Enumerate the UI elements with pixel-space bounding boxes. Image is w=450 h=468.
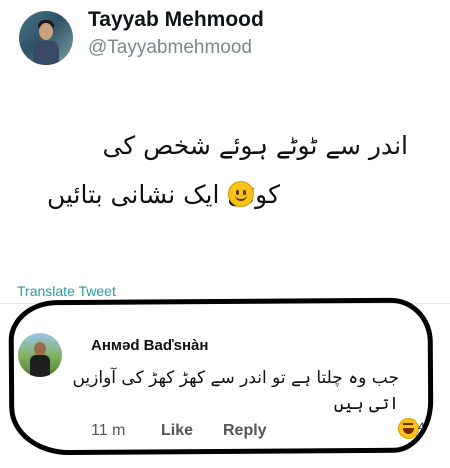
- reaction-count: 4: [418, 420, 425, 434]
- author-handle[interactable]: @Tayyabmehmood: [88, 37, 252, 59]
- commenter-avatar[interactable]: [18, 333, 62, 377]
- author-avatar[interactable]: [19, 11, 73, 65]
- comment-timestamp: 11 m: [91, 422, 126, 439]
- tweet-text-line-1: اندر سے ٹوٹے ہوئے شخص کی: [102, 131, 408, 160]
- author-name[interactable]: Tayyab Mehmood: [88, 8, 264, 32]
- slightly-smiling-face-icon: [228, 181, 254, 207]
- laughing-face-icon[interactable]: [398, 418, 419, 439]
- translate-tweet-link[interactable]: Translate Tweet: [17, 283, 116, 299]
- avatar-body: [30, 355, 50, 377]
- avatar-shirt: [33, 41, 59, 65]
- commenter-name[interactable]: Aнмəd Baďsнàн: [91, 337, 208, 354]
- comment-text-line-1: جب وہ چلتا ہے تو اندر سے کھڑ کھڑ کی آواز…: [72, 368, 399, 388]
- reply-button[interactable]: Reply: [223, 422, 267, 440]
- avatar-head: [34, 342, 46, 356]
- like-button[interactable]: Like: [161, 422, 193, 440]
- comment-text-line-2: اتی ہیں: [333, 394, 399, 414]
- avatar-head: [39, 23, 53, 40]
